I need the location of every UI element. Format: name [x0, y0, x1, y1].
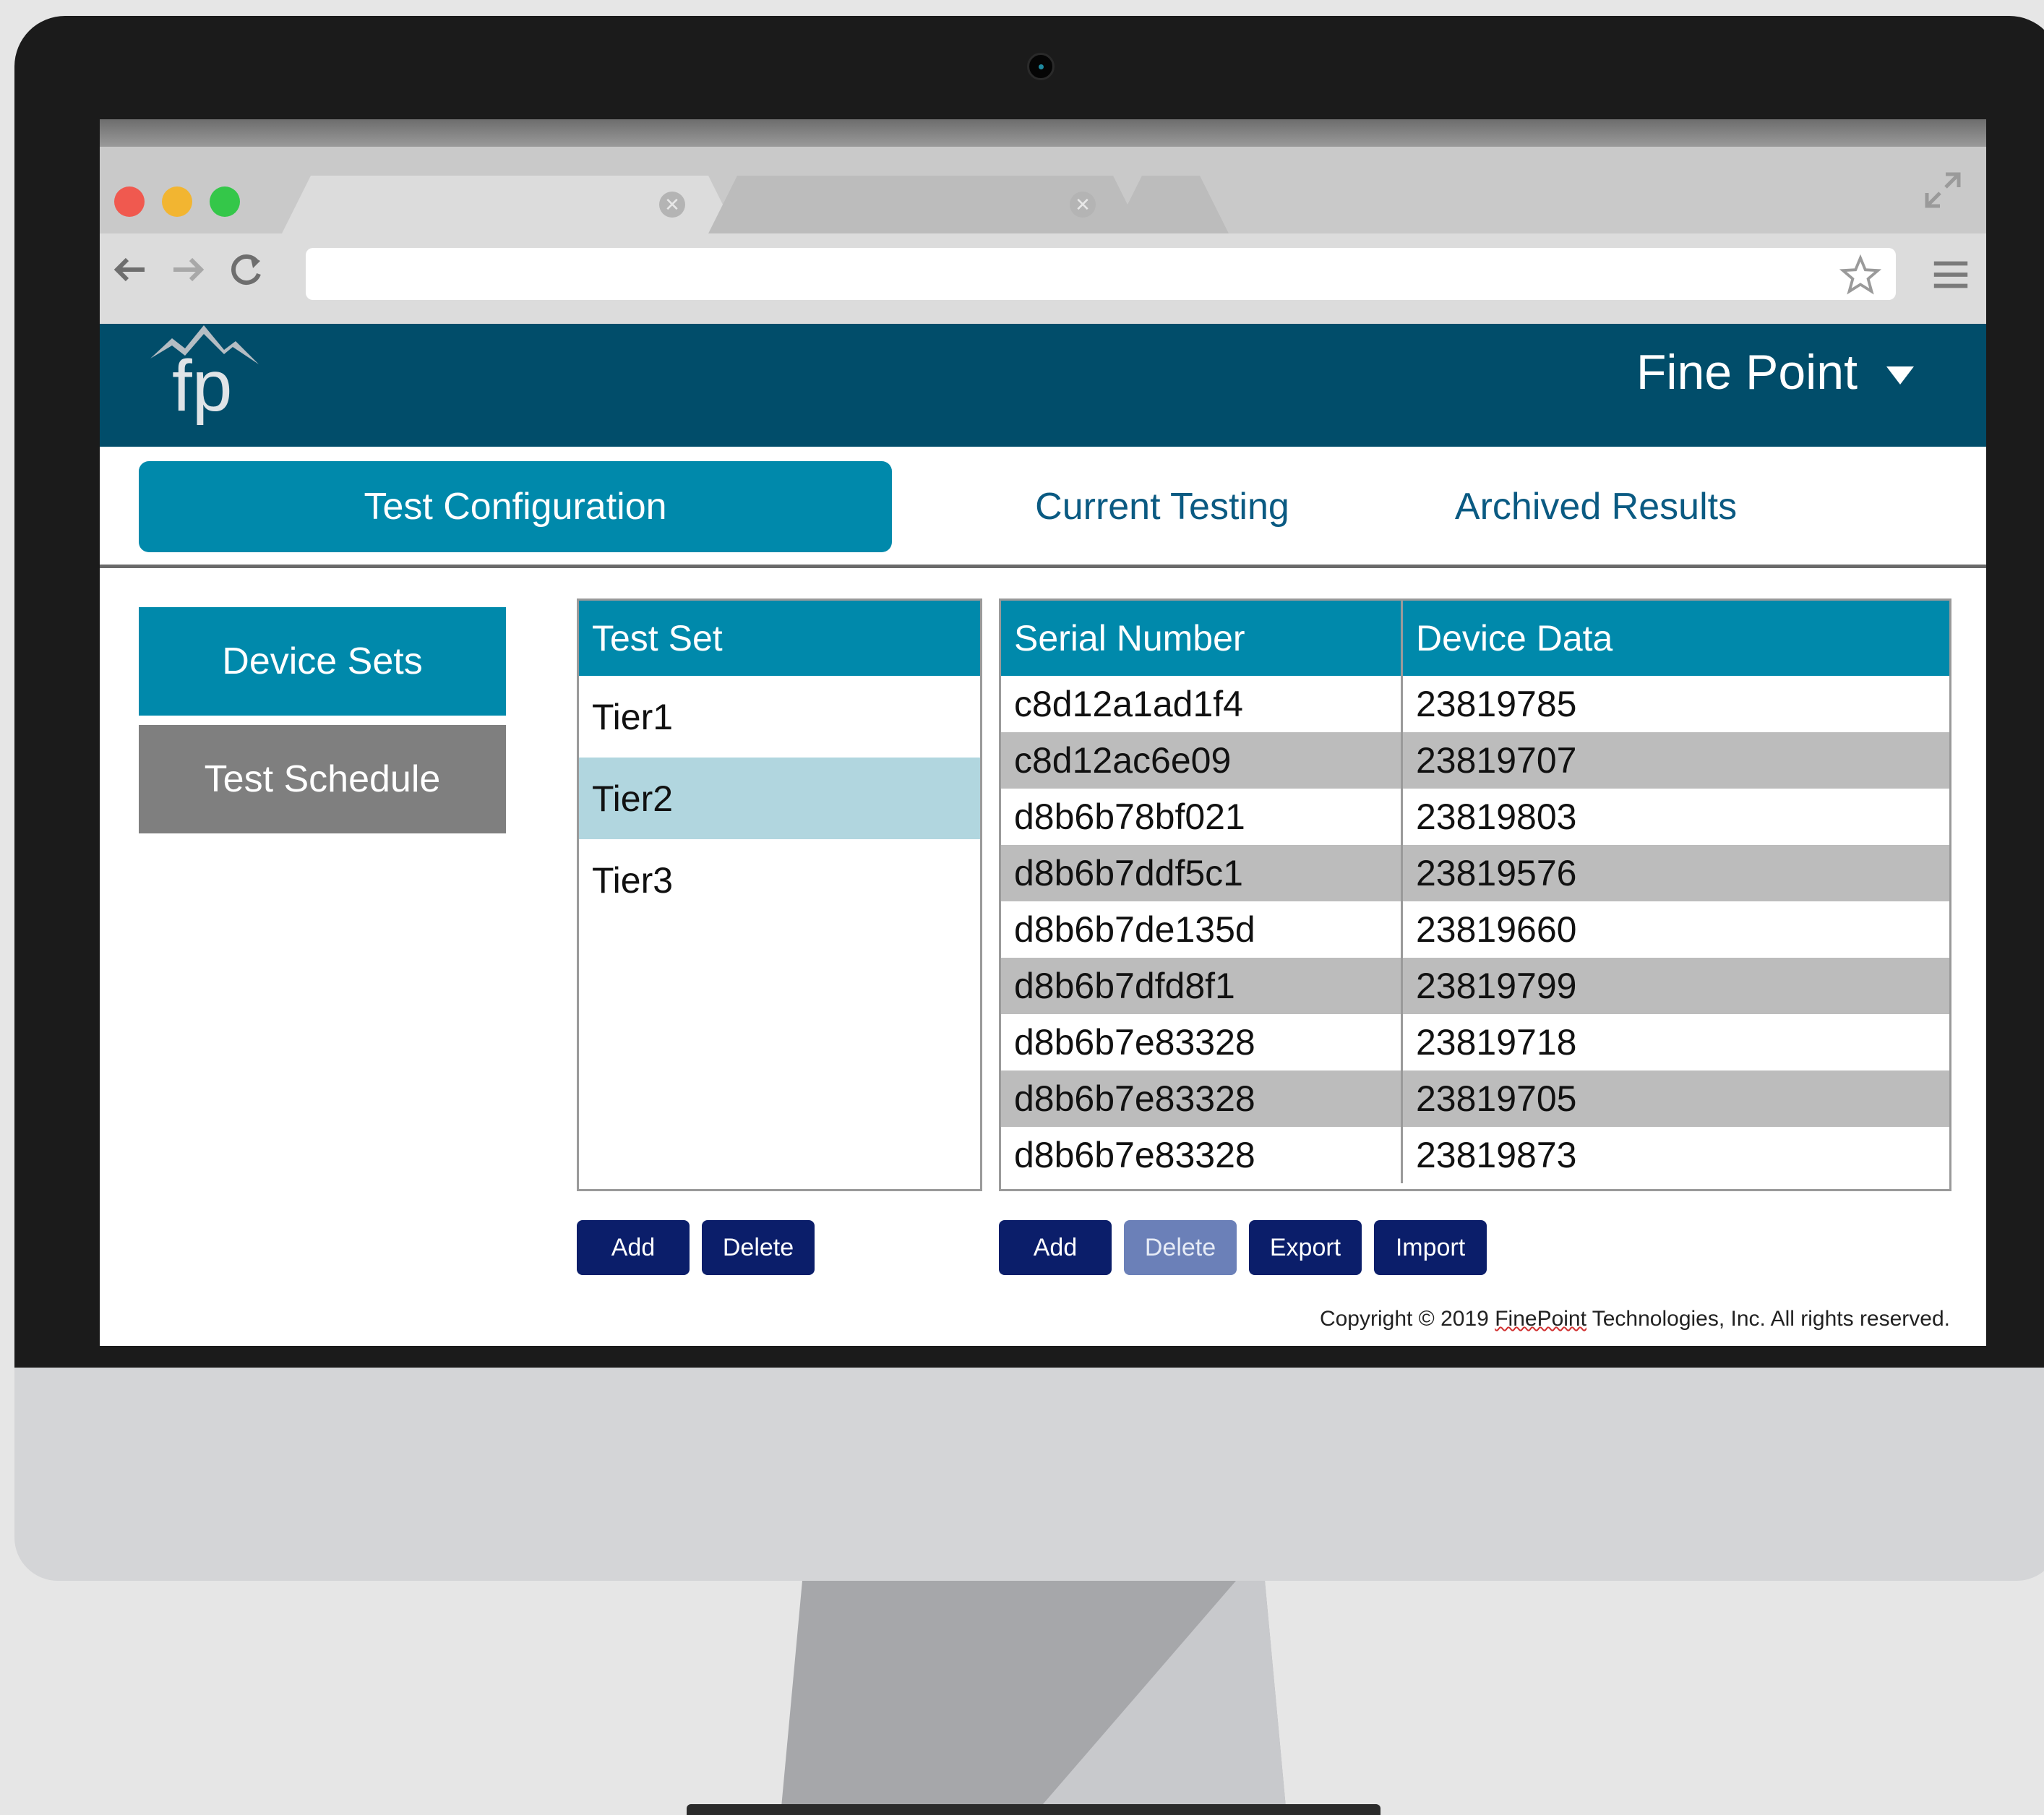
- test-set-header: Test Set: [579, 601, 980, 676]
- back-arrow-icon[interactable]: [108, 248, 152, 291]
- table-row[interactable]: d8b6b7de135d 23819660: [1001, 901, 1949, 958]
- test-set-row-selected[interactable]: Tier2: [579, 758, 980, 839]
- copyright-prefix: Copyright © 2019: [1319, 1307, 1495, 1331]
- serial-number-cell: c8d12a1ad1f4: [1001, 676, 1403, 732]
- serial-number-cell: d8b6b7e83328: [1001, 1014, 1403, 1070]
- browser-tab-2[interactable]: ✕: [708, 176, 1142, 233]
- tab-test-configuration[interactable]: Test Configuration: [139, 461, 892, 552]
- tab-close-icon[interactable]: ✕: [1070, 192, 1096, 218]
- sidebar-item-test-schedule[interactable]: Test Schedule: [139, 725, 506, 833]
- tab-archived-results[interactable]: Archived Results: [1444, 461, 1748, 552]
- monitor-chin: [14, 1368, 2044, 1581]
- device-add-button[interactable]: Add: [999, 1220, 1112, 1275]
- table-row[interactable]: d8b6b7e83328 23819718: [1001, 1014, 1949, 1070]
- serial-number-cell: d8b6b7ddf5c1: [1001, 845, 1403, 901]
- device-data-cell: 23819718: [1416, 1022, 1577, 1063]
- serial-number-cell: d8b6b7de135d: [1001, 901, 1403, 958]
- serial-number-cell: d8b6b7e83328: [1001, 1127, 1403, 1183]
- device-table-body: c8d12a1ad1f4 23819785 c8d12ac6e09 23819707…: [1001, 676, 1949, 1183]
- device-data-cell: 23819576: [1416, 853, 1577, 893]
- main-tabs: Test Configuration Current Testing Archi…: [100, 447, 1986, 568]
- serial-number-cell: c8d12ac6e09: [1001, 732, 1403, 789]
- device-table-header: Serial Number Device Data: [1001, 601, 1949, 676]
- tab-close-icon[interactable]: ✕: [659, 192, 685, 218]
- account-menu[interactable]: Fine Point: [1636, 344, 1914, 400]
- chevron-down-icon: [1886, 366, 1914, 385]
- app-header: fp Fine Point: [100, 324, 1986, 447]
- table-row[interactable]: c8d12ac6e09 23819707: [1001, 732, 1949, 789]
- browser-chrome: ✕ ✕: [100, 147, 1986, 324]
- device-table: Serial Number Device Data c8d12a1ad1f4 23…: [999, 598, 1951, 1191]
- account-name: Fine Point: [1636, 345, 1858, 400]
- screen: ✕ ✕ fp Fine Point Test Configuration Cur…: [100, 119, 1986, 1346]
- device-data-column-header: Device Data: [1416, 618, 1613, 658]
- company-name: FinePoint: [1495, 1307, 1586, 1331]
- test-set-row[interactable]: Tier1: [579, 676, 980, 758]
- close-window-button[interactable]: [114, 186, 145, 217]
- table-row[interactable]: d8b6b7dfd8f1 23819799: [1001, 958, 1949, 1014]
- forward-arrow-icon[interactable]: [166, 248, 210, 291]
- table-row[interactable]: d8b6b78bf021 23819803: [1001, 789, 1949, 845]
- device-data-cell: 23819705: [1416, 1078, 1577, 1119]
- table-row[interactable]: d8b6b7ddf5c1 23819576: [1001, 845, 1949, 901]
- device-data-cell: 23819803: [1416, 797, 1577, 837]
- camera: [1027, 53, 1055, 80]
- device-delete-button[interactable]: Delete: [1124, 1220, 1237, 1275]
- reload-icon[interactable]: [224, 248, 267, 291]
- fullscreen-icon[interactable]: [1921, 168, 1964, 212]
- serial-number-cell: d8b6b78bf021: [1001, 789, 1403, 845]
- serial-number-cell: d8b6b7e83328: [1001, 1070, 1403, 1127]
- test-set-add-button[interactable]: Add: [577, 1220, 690, 1275]
- serial-number-cell: d8b6b7dfd8f1: [1001, 958, 1403, 1014]
- new-tab-button[interactable]: [1113, 176, 1229, 233]
- device-data-cell: 23819785: [1416, 684, 1577, 724]
- test-set-list: Test Set Tier1 Tier2 Tier3: [577, 598, 982, 1191]
- test-set-row[interactable]: Tier3: [579, 839, 980, 921]
- device-data-cell: 23819799: [1416, 966, 1577, 1006]
- sidebar-item-device-sets[interactable]: Device Sets: [139, 607, 506, 716]
- table-row[interactable]: c8d12a1ad1f4 23819785: [1001, 676, 1949, 732]
- device-data-cell: 23819707: [1416, 740, 1577, 781]
- maximize-window-button[interactable]: [210, 186, 240, 217]
- serial-number-column-header: Serial Number: [1001, 601, 1403, 676]
- browser-menu-icon[interactable]: [1930, 254, 1972, 296]
- tab-current-testing[interactable]: Current Testing: [1010, 461, 1314, 552]
- test-set-delete-button[interactable]: Delete: [702, 1220, 815, 1275]
- table-row[interactable]: d8b6b7e83328 23819873: [1001, 1127, 1949, 1183]
- device-import-button[interactable]: Import: [1374, 1220, 1487, 1275]
- bookmark-star-icon[interactable]: [1839, 254, 1881, 296]
- fp-logo: fp: [150, 325, 259, 425]
- browser-tab-1[interactable]: ✕: [282, 176, 737, 233]
- address-bar[interactable]: [306, 248, 1896, 300]
- device-export-button[interactable]: Export: [1249, 1220, 1362, 1275]
- monitor-stand-base: [687, 1804, 1380, 1815]
- copyright-suffix: Technologies, Inc. All rights reserved.: [1586, 1307, 1950, 1331]
- browser-tab-bar: ✕ ✕: [100, 147, 1986, 233]
- device-data-cell: 23819660: [1416, 909, 1577, 950]
- logo-text: fp: [172, 346, 232, 425]
- table-row[interactable]: d8b6b7e83328 23819705: [1001, 1070, 1949, 1127]
- device-data-cell: 23819873: [1416, 1135, 1577, 1175]
- copyright-text: Copyright © 2019 FinePoint Technologies,…: [1320, 1307, 1950, 1331]
- minimize-window-button[interactable]: [162, 186, 192, 217]
- screen-top-strip: [100, 119, 1986, 147]
